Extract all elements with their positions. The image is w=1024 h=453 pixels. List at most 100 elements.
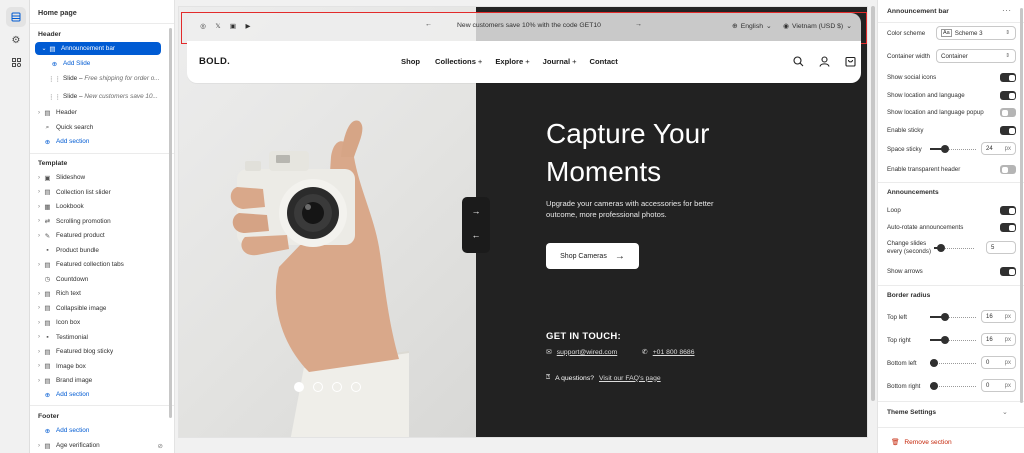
- add-slide-button[interactable]: ⊕ Add Slide: [50, 57, 174, 70]
- theme-settings-title[interactable]: Theme Settings: [887, 409, 936, 416]
- chevron-right-icon[interactable]: ›: [35, 443, 43, 449]
- currency-selector[interactable]: ◉ Vietnam (USD $) ⌄: [783, 22, 852, 31]
- apps-icon[interactable]: [6, 52, 26, 72]
- chevron-right-icon[interactable]: ›: [35, 334, 43, 340]
- more-options-icon[interactable]: ···: [1002, 6, 1012, 15]
- chevron-right-icon[interactable]: ›: [35, 218, 43, 224]
- sidebar-item-header[interactable]: › ▤ Header: [30, 106, 169, 119]
- email-link[interactable]: support@wired.com: [557, 349, 618, 356]
- phone-link[interactable]: +01 800 8686: [653, 349, 695, 356]
- settings-scrollbar[interactable]: [1020, 8, 1023, 403]
- slider-knob[interactable]: [930, 359, 938, 367]
- add-section-header-button[interactable]: ⊕ Add section: [30, 135, 169, 148]
- sidebar-item-template[interactable]: › ▤ Image box: [30, 360, 169, 373]
- sidebar-item-template[interactable]: › ▤ Rich text: [30, 287, 169, 300]
- announcement-next-arrow-icon[interactable]: →: [635, 21, 642, 28]
- chevron-right-icon[interactable]: ›: [35, 233, 43, 239]
- announcement-prev-arrow-icon[interactable]: ←: [425, 21, 432, 28]
- sections-icon[interactable]: [6, 7, 26, 27]
- sidebar-item-announcement-bar[interactable]: ⌄ ▤ Announcement bar: [35, 42, 161, 55]
- sidebar-item-template[interactable]: › ▤ Featured blog sticky: [30, 345, 169, 358]
- remove-section-button[interactable]: 🗑 Remove section: [891, 438, 952, 447]
- chevron-right-icon[interactable]: ›: [35, 378, 43, 384]
- sidebar-item-quick-search[interactable]: ⌕ Quick search: [30, 121, 169, 134]
- slide-dot[interactable]: [332, 382, 342, 392]
- sidebar-item-template[interactable]: › ▦ Lookbook: [30, 200, 169, 213]
- slider-knob[interactable]: [941, 145, 950, 153]
- radius-slider[interactable]: [930, 313, 976, 321]
- sidebar-item-template[interactable]: › ▣ Slideshow: [30, 171, 169, 184]
- radius-slider[interactable]: [930, 382, 976, 390]
- slider-knob[interactable]: [941, 313, 950, 321]
- container-width-select[interactable]: Container ⇕: [936, 49, 1016, 63]
- add-section-template-button[interactable]: ⊕ Add section: [30, 388, 169, 401]
- slide-dot[interactable]: [294, 382, 304, 392]
- chevron-right-icon[interactable]: ›: [35, 320, 43, 326]
- sidebar-item-template[interactable]: ▪ Product bundle: [30, 244, 169, 257]
- sidebar-item-slide-1[interactable]: ⋮⋮ Slide – Free shipping for order o...: [48, 72, 168, 85]
- store-logo[interactable]: BOLD.: [199, 56, 230, 67]
- sidebar-item-template[interactable]: ◷ Countdown: [30, 273, 169, 286]
- sidebar-item-template[interactable]: › ▤ Featured collection tabs: [30, 258, 169, 271]
- sidebar-item-template[interactable]: › ▤ Collection list slider: [30, 186, 169, 199]
- sidebar-item-template[interactable]: › ✎ Featured product: [30, 229, 169, 242]
- preview-scrollbar[interactable]: [871, 6, 875, 401]
- transparent-header-toggle[interactable]: [1000, 165, 1016, 174]
- chevron-right-icon[interactable]: ›: [35, 175, 43, 181]
- chevron-right-icon[interactable]: ›: [35, 204, 43, 210]
- chevron-down-icon[interactable]: ⌄: [1002, 408, 1008, 416]
- change-slides-slider[interactable]: [934, 244, 974, 252]
- account-icon[interactable]: [817, 54, 831, 68]
- radius-input[interactable]: 0 px: [981, 356, 1016, 369]
- radius-input[interactable]: 16 px: [981, 333, 1016, 346]
- chevron-right-icon[interactable]: ›: [35, 363, 43, 369]
- setting-toggle[interactable]: [1000, 73, 1016, 82]
- sidebar-item-age-verification[interactable]: › ▤ Age verification ⊘: [30, 439, 169, 452]
- sidebar-item-template[interactable]: › ▤ Collapsible image: [30, 302, 169, 315]
- chevron-right-icon[interactable]: ›: [35, 189, 43, 195]
- menu-item-shop[interactable]: Shop: [401, 57, 422, 66]
- cart-icon[interactable]: [843, 54, 857, 68]
- menu-item-contact[interactable]: Contact: [590, 57, 620, 66]
- instagram-square-icon[interactable]: ▣: [229, 22, 237, 30]
- show-arrows-toggle[interactable]: [1000, 267, 1016, 276]
- menu-item-explore[interactable]: Explore +: [495, 57, 529, 66]
- instagram-icon[interactable]: ◎: [199, 22, 207, 30]
- space-sticky-input[interactable]: 24 px: [981, 142, 1016, 155]
- x-icon[interactable]: 𝕏: [214, 22, 222, 30]
- next-slide-arrow-icon[interactable]: →: [462, 206, 490, 216]
- setting-toggle[interactable]: [1000, 91, 1016, 100]
- slider-knob[interactable]: [937, 244, 946, 252]
- contact-phone[interactable]: ✆ +01 800 8686: [642, 348, 695, 357]
- chevron-down-icon[interactable]: ⌄: [40, 45, 48, 52]
- faq-link[interactable]: Visit our FAQ's page: [599, 375, 661, 382]
- chevron-right-icon[interactable]: ›: [35, 291, 43, 297]
- sidebar-item-template[interactable]: › ▤ Brand image: [30, 374, 169, 387]
- announcement-bar[interactable]: ◎ 𝕏 ▣ ▶ ← New customers save 10% with th…: [187, 13, 861, 41]
- slider-knob[interactable]: [930, 382, 938, 390]
- slider-knob[interactable]: [941, 336, 950, 344]
- sidebar-item-template[interactable]: › ⇄ Scrolling promotion: [30, 215, 169, 228]
- radius-slider[interactable]: [930, 359, 976, 367]
- left-scrollbar[interactable]: [169, 28, 172, 418]
- add-section-footer-button[interactable]: ⊕ Add section: [30, 424, 169, 437]
- prev-slide-arrow-icon[interactable]: ←: [462, 230, 490, 240]
- youtube-icon[interactable]: ▶: [244, 22, 252, 30]
- language-selector[interactable]: ⊕ English ⌄: [732, 22, 772, 31]
- contact-email[interactable]: ✉ support@wired.com: [546, 348, 618, 357]
- menu-item-collections[interactable]: Collections +: [435, 57, 482, 66]
- chevron-right-icon[interactable]: ›: [35, 305, 43, 311]
- chevron-right-icon[interactable]: ›: [35, 349, 43, 355]
- slide-dot[interactable]: [351, 382, 361, 392]
- space-sticky-slider[interactable]: [930, 145, 976, 153]
- setting-toggle[interactable]: [1000, 108, 1016, 117]
- search-icon[interactable]: [791, 54, 805, 68]
- shop-cameras-button[interactable]: Shop Cameras →: [546, 243, 639, 269]
- chevron-right-icon[interactable]: ›: [35, 110, 43, 116]
- page-title[interactable]: Home page: [38, 8, 77, 17]
- sidebar-item-slide-2[interactable]: ⋮⋮ Slide – New customers save 10...: [48, 90, 168, 103]
- chevron-right-icon[interactable]: ›: [35, 262, 43, 268]
- loop-toggle[interactable]: [1000, 206, 1016, 215]
- sidebar-item-template[interactable]: › ▪ Testimonial: [30, 331, 169, 344]
- radius-slider[interactable]: [930, 336, 976, 344]
